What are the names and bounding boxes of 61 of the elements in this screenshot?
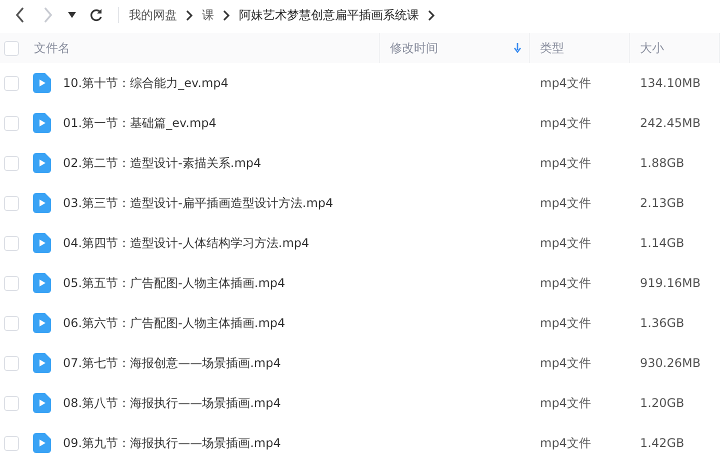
chevron-icon bbox=[223, 10, 230, 20]
row-checkbox[interactable] bbox=[4, 156, 19, 170]
file-size: 930.26MB bbox=[639, 356, 702, 370]
row-checkbox[interactable] bbox=[4, 436, 19, 450]
breadcrumb-link[interactable]: 课 bbox=[202, 6, 214, 24]
video-file-icon bbox=[33, 73, 51, 93]
file-size: 1.36GB bbox=[639, 316, 686, 330]
file-type: mp4文件 bbox=[539, 234, 592, 252]
file-name[interactable]: 03.第三节：造型设计-扁平插画造型设计方法.mp4 bbox=[63, 194, 334, 212]
file-name[interactable]: 09.第九节：海报执行——场景插画.mp4 bbox=[63, 434, 281, 452]
row-checkbox[interactable] bbox=[4, 276, 19, 290]
file-type: mp4文件 bbox=[539, 354, 592, 372]
file-name[interactable]: 08.第八节：海报执行——场景插画.mp4 bbox=[63, 394, 281, 412]
video-file-icon bbox=[33, 433, 51, 453]
video-file-icon bbox=[33, 193, 51, 213]
breadcrumb-link[interactable]: 我的网盘 bbox=[129, 6, 177, 24]
file-size: 2.13GB bbox=[639, 196, 686, 210]
back-icon bbox=[15, 7, 25, 23]
video-file-icon bbox=[33, 153, 51, 173]
row-checkbox[interactable] bbox=[4, 116, 19, 130]
file-type: mp4文件 bbox=[539, 194, 592, 212]
select-all-checkbox[interactable] bbox=[4, 40, 19, 56]
file-size: 1.88GB bbox=[639, 156, 686, 170]
file-name[interactable]: 01.第一节：基础篇_ev.mp4 bbox=[63, 114, 216, 132]
video-file-icon bbox=[33, 113, 51, 133]
file-type: mp4文件 bbox=[539, 114, 592, 132]
video-file-icon bbox=[33, 353, 51, 373]
file-name[interactable]: 10.第十节：综合能力_ev.mp4 bbox=[63, 74, 228, 92]
file-name[interactable]: 05.第五节：广告配图-人物主体插画.mp4 bbox=[63, 274, 286, 292]
file-type: mp4文件 bbox=[539, 274, 592, 292]
video-file-icon bbox=[33, 273, 51, 293]
file-size: 134.10MB bbox=[639, 76, 702, 90]
forward-icon bbox=[43, 7, 53, 23]
file-type: mp4文件 bbox=[539, 314, 592, 332]
file-name[interactable]: 02.第二节：造型设计-素描关系.mp4 bbox=[63, 154, 262, 172]
file-size: 1.14GB bbox=[639, 236, 686, 250]
file-type: mp4文件 bbox=[539, 434, 592, 452]
video-file-icon bbox=[33, 313, 51, 333]
refresh-icon bbox=[89, 8, 103, 22]
row-checkbox[interactable] bbox=[4, 76, 19, 90]
file-size: 1.20GB bbox=[639, 396, 686, 410]
row-checkbox[interactable] bbox=[4, 316, 19, 330]
file-type: mp4文件 bbox=[539, 74, 592, 92]
chevron-icon bbox=[428, 10, 435, 20]
chevron-icon bbox=[186, 10, 193, 20]
file-type: mp4文件 bbox=[539, 154, 592, 172]
file-name[interactable]: 04.第四节：造型设计-人体结构学习方法.mp4 bbox=[63, 234, 310, 252]
breadcrumb-link[interactable]: 阿妹艺术梦慧创意扁平插画系统课 bbox=[239, 6, 419, 24]
row-checkbox[interactable] bbox=[4, 236, 19, 250]
file-type: mp4文件 bbox=[539, 394, 592, 412]
video-file-icon bbox=[33, 393, 51, 413]
file-size: 242.45MB bbox=[639, 116, 702, 130]
file-name[interactable]: 06.第六节：广告配图-人物主体插画.mp4 bbox=[63, 314, 286, 332]
file-size: 919.16MB bbox=[639, 276, 702, 290]
dropdown-caret-icon bbox=[68, 12, 76, 18]
file-name[interactable]: 07.第七节：海报创意——场景插画.mp4 bbox=[63, 354, 281, 372]
video-file-icon bbox=[33, 233, 51, 253]
row-checkbox[interactable] bbox=[4, 196, 19, 210]
row-checkbox[interactable] bbox=[4, 396, 19, 410]
row-checkbox[interactable] bbox=[4, 356, 19, 370]
file-size: 1.42GB bbox=[639, 436, 686, 450]
